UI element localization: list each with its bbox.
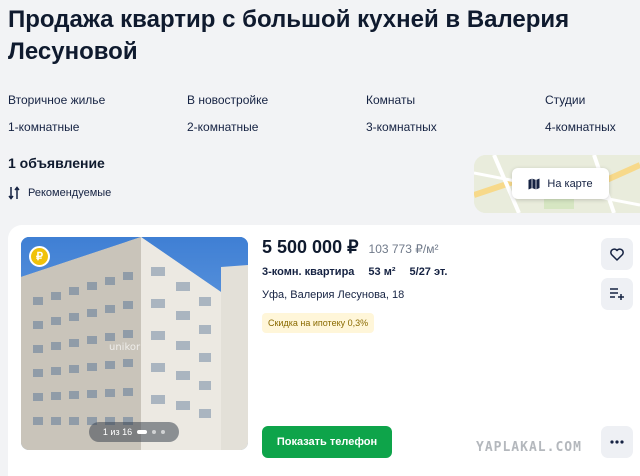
ruble-badge: ₽ [29, 246, 50, 267]
listing-specs: 3-комн. квартира 53 м² 5/27 эт. [262, 266, 447, 278]
mortgage-badge: Скидка на ипотеку 0,3% [262, 313, 375, 333]
map-button-label: На карте [547, 177, 593, 190]
filter-3-room[interactable]: 3-комнатных [366, 120, 545, 135]
page-title: Продажа квартир с большой кухней в Валер… [8, 6, 570, 65]
photo-watermark: unikor [109, 342, 141, 353]
listing-address[interactable]: Уфа, Валерия Лесунова, 18 [262, 289, 404, 301]
sort-icon [8, 186, 20, 200]
filter-rooms[interactable]: Комнаты [366, 93, 545, 108]
more-dots-icon [610, 440, 624, 444]
results-count: 1 объявление [8, 155, 105, 171]
listing-price: 5 500 000 ₽ [262, 237, 359, 257]
photo-counter: 1 из 16 [102, 427, 133, 437]
area: 53 м² [368, 266, 396, 278]
price-per-m2: 103 773 ₽/м² [368, 242, 439, 256]
filter-4-room[interactable]: 4-комнатных [545, 120, 640, 135]
price-row: 5 500 000 ₽ 103 773 ₽/м² [262, 237, 438, 258]
add-to-list-icon [610, 288, 624, 300]
filter-1-room[interactable]: 1-комнатные [8, 120, 187, 135]
pager-dot [152, 430, 157, 434]
photo-pager: 1 из 16 [89, 422, 179, 442]
pager-dot [161, 430, 166, 434]
map-icon [528, 178, 540, 189]
filter-new-building[interactable]: В новостройке [187, 93, 366, 108]
filter-secondary[interactable]: Вторичное жилье [8, 93, 187, 108]
compare-button[interactable] [601, 278, 633, 310]
site-watermark: YAPLAKAL.COM [476, 440, 582, 455]
filter-2-room[interactable]: 2-комнатные [187, 120, 366, 135]
sort-dropdown[interactable]: Рекомендуемые [8, 186, 111, 200]
sort-label: Рекомендуемые [28, 187, 112, 199]
heart-icon [610, 247, 624, 261]
pager-dot [137, 430, 148, 434]
room-type: 3-комн. квартира [262, 266, 355, 278]
floor: 5/27 эт. [409, 266, 448, 278]
filter-studios[interactable]: Студии [545, 93, 640, 108]
filter-links: Вторичное жилье В новостройке Комнаты Ст… [8, 93, 640, 135]
favorite-button[interactable] [601, 238, 633, 270]
map-button[interactable]: На карте [512, 168, 609, 199]
show-phone-button[interactable]: Показать телефон [262, 426, 392, 458]
more-button[interactable] [601, 426, 633, 458]
